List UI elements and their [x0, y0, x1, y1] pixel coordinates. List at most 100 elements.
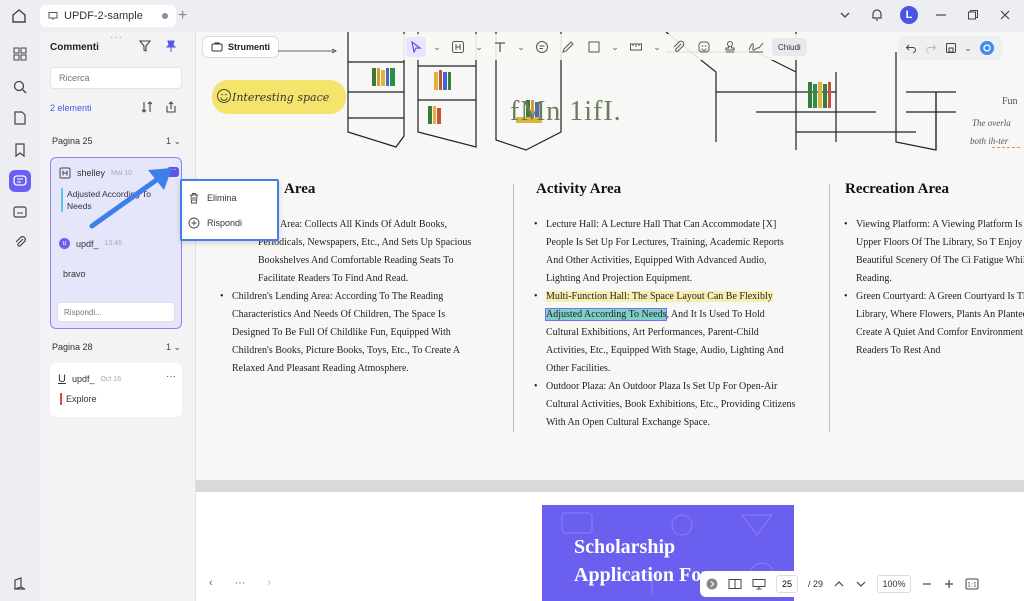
sticker-tool-icon[interactable] [694, 37, 714, 57]
reading-mode-icon[interactable] [728, 578, 742, 590]
restore-icon[interactable] [964, 6, 982, 24]
comment-card-updf[interactable]: U updf_ Oct 16 ··· Explore [50, 363, 182, 417]
col1-item: Children's Lending Area: According To Th… [220, 288, 482, 378]
svg-text:1:1: 1:1 [967, 582, 977, 589]
prev-arrow-icon[interactable]: ‹ [209, 577, 213, 589]
comment-context-menu: Elimina Rispondi [180, 179, 279, 241]
select-tool-icon[interactable] [406, 37, 426, 57]
page-group-25-toggle[interactable]: 1 ⌄ [166, 136, 181, 147]
chevron-down-icon[interactable] [836, 6, 854, 24]
text-box-tool-icon[interactable] [448, 37, 468, 57]
comment-author: shelley [77, 168, 106, 178]
panel-drag-handle[interactable]: ··· [110, 32, 123, 43]
bell-icon[interactable] [868, 6, 886, 24]
col3-body: Viewing Platform: A Viewing Platform Is … [844, 216, 1024, 360]
comment-icon[interactable] [9, 170, 31, 192]
zoom-out-icon[interactable] [921, 578, 933, 590]
chevron-down-icon[interactable]: ⌄ [610, 37, 620, 57]
page-icon[interactable] [10, 108, 30, 128]
reply-avatar: u [59, 238, 70, 249]
zoom-level[interactable]: 100% [877, 575, 912, 593]
filter-icon[interactable] [138, 39, 152, 53]
comment-card-shelley[interactable]: shelley Mai 10 ··· Adjusted According To… [50, 157, 182, 329]
stamp-tool-icon[interactable] [720, 37, 740, 57]
layers-icon[interactable] [10, 574, 30, 594]
pencil-tool-icon[interactable] [558, 37, 578, 57]
attach-tool-icon[interactable] [668, 37, 688, 57]
reply-text: bravo [63, 269, 86, 279]
close-icon[interactable] [996, 6, 1014, 24]
chevron-down-icon[interactable]: ⌄ [516, 37, 526, 57]
col2-title: Activity Area [536, 181, 622, 197]
sort-icon[interactable] [140, 100, 154, 114]
page-group-25-title[interactable]: Pagina 25 [52, 136, 93, 146]
underline-color-bar [60, 393, 62, 405]
reply-time: 13:46 [104, 240, 123, 247]
attachment-icon[interactable] [10, 232, 30, 252]
fit-page-icon[interactable]: 1:1 [965, 578, 979, 590]
redo-icon[interactable] [924, 38, 938, 58]
tools-button[interactable]: Strumenti [202, 36, 280, 58]
signature-tool-icon[interactable] [746, 37, 766, 57]
chevron-down-icon[interactable]: ⌄ [432, 37, 442, 57]
reply-input[interactable] [57, 302, 175, 322]
tools-label: Strumenti [228, 42, 271, 52]
chevron-down-icon[interactable]: ⌄ [474, 37, 484, 57]
big-heading-text: fMn 1ifI. [510, 96, 622, 127]
col2-item-highlighted[interactable]: Multi-Function Hall: The Space Layout Ca… [534, 288, 796, 378]
page-number-input[interactable] [776, 575, 798, 593]
page-group-count: 1 [165, 342, 171, 352]
more-options-icon[interactable]: ··· [167, 166, 179, 177]
new-tab-icon[interactable]: + [178, 8, 187, 24]
monitor-icon [48, 12, 58, 20]
page-down-icon[interactable] [855, 578, 867, 590]
page-up-icon[interactable] [833, 578, 845, 590]
teal-highlight[interactable]: Adjusted According To Needs [544, 308, 668, 321]
more-dots[interactable]: ··· [234, 577, 245, 589]
page-nav-pill: ‹ ··· › [198, 571, 282, 595]
delete-menu-item[interactable]: Elimina [188, 189, 237, 207]
smiley-icon [217, 89, 231, 103]
home-icon[interactable] [10, 7, 28, 25]
comment-text: Adjusted According To Needs [67, 189, 151, 211]
note-tool-icon[interactable] [532, 37, 552, 57]
reply-menu-item[interactable]: Rispondi [188, 214, 242, 232]
close-toolbar-button[interactable]: Chiudi [772, 38, 807, 56]
bookmark-icon[interactable] [10, 140, 30, 160]
save-icon[interactable] [944, 38, 958, 58]
page-group-28-title[interactable]: Pagina 28 [52, 342, 93, 352]
next-arrow-icon[interactable]: › [267, 577, 271, 589]
user-avatar[interactable]: L [900, 6, 918, 24]
collapse-icon[interactable] [706, 578, 718, 590]
undo-icon[interactable] [904, 38, 918, 58]
export-icon[interactable] [164, 100, 178, 114]
text-tool-icon[interactable] [490, 37, 510, 57]
form-icon[interactable] [10, 202, 30, 222]
document-tab[interactable]: UPDF-2-sample [40, 5, 176, 27]
comment-author: updf_ [71, 374, 95, 384]
presentation-icon[interactable] [752, 578, 766, 590]
shape-tool-icon[interactable] [584, 37, 604, 57]
more-options-icon[interactable]: ··· [166, 371, 176, 382]
tool-group: ⌄ ⌄ ⌄ ⌄ ⌄ Chiudi [402, 34, 811, 60]
trash-icon [190, 193, 198, 204]
measure-tool-icon[interactable] [626, 37, 646, 57]
minimize-icon[interactable] [932, 6, 950, 24]
column-divider [829, 184, 830, 432]
interesting-space-sticker[interactable]: Interesting space [212, 80, 346, 114]
highlight-bar [61, 188, 63, 212]
pin-icon[interactable] [164, 39, 178, 53]
search-input[interactable] [50, 67, 182, 89]
chevron-down-icon[interactable]: ⌄ [652, 37, 662, 57]
comment-text: Explore [66, 394, 97, 404]
unsaved-dot-icon[interactable] [162, 13, 168, 19]
col3-title: Recreation Area [845, 181, 949, 197]
chevron-down-icon[interactable]: ⌄ [964, 38, 972, 58]
ai-assistant-icon[interactable] [978, 38, 996, 58]
page-group-28-toggle[interactable]: 1 ⌄ [166, 342, 181, 353]
thumbnails-icon[interactable] [10, 44, 30, 64]
col2-item: Outdoor Plaza: An Outdoor Plaza Is Set U… [534, 378, 796, 432]
yellow-highlight[interactable]: Multi-Function Hall: The Space Layout Ca… [546, 291, 773, 302]
search-icon[interactable] [10, 77, 30, 97]
zoom-in-icon[interactable] [943, 578, 955, 590]
